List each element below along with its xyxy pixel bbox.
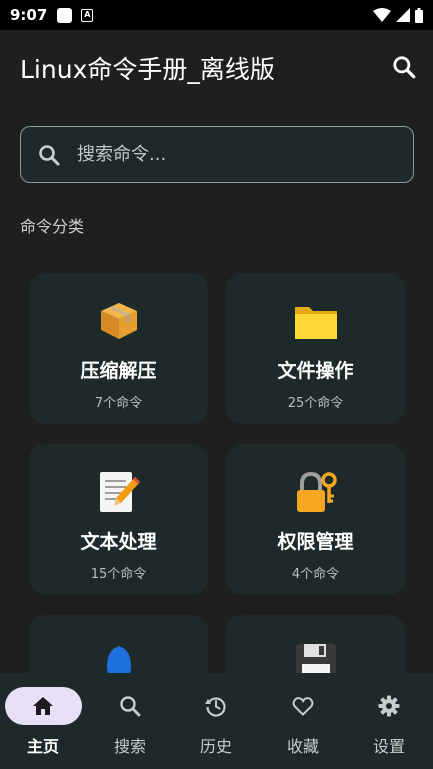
section-title: 命令分类 [20,217,85,236]
category-count: 25个命令 [287,396,344,411]
gear-icon [378,695,400,717]
nav-settings-label: 设置 [372,737,405,756]
category-card-permissions[interactable]: 权限管理 4个命令 [226,444,405,595]
nav-settings[interactable]: 设置 [346,687,432,757]
category-count: 15个命令 [90,567,147,582]
category-count: 7个命令 [94,396,143,411]
folder-icon [293,298,339,344]
nav-history-label: 历史 [199,737,232,756]
app-bar: Linux命令手册_离线版 [0,30,433,106]
memo-icon [97,469,141,515]
category-card-file-ops[interactable]: 文件操作 25个命令 [226,273,405,424]
nav-favorites[interactable]: 收藏 [260,687,346,757]
status-bar: 9:07 A [0,0,433,30]
nav-home-pill[interactable] [4,687,82,725]
bottom-nav: 主页 搜索 历史 收藏 设置 [0,673,433,769]
category-name: 文件操作 [277,360,354,382]
app-bar-search-button[interactable] [391,54,417,80]
search-icon [39,144,60,165]
nav-favorites-label: 收藏 [286,737,319,756]
nav-search-label: 搜索 [113,737,146,756]
package-icon [97,298,141,344]
page-title: Linux命令手册_离线版 [20,55,275,84]
nav-home-label: 主页 [26,737,59,756]
category-count: 4个命令 [291,567,340,582]
lock-key-icon [293,469,339,515]
search-icon [393,56,416,79]
nav-history[interactable]: 历史 [173,687,259,757]
battery-icon [415,7,423,23]
notification-a-icon: A [81,8,94,22]
search-icon [120,696,141,717]
search-input[interactable] [77,144,377,165]
notification-square-icon [57,7,73,23]
nav-search[interactable]: 搜索 [87,687,173,757]
search-field[interactable] [20,126,414,183]
category-name: 权限管理 [277,531,354,553]
category-name: 文本处理 [80,531,157,553]
home-icon [33,697,53,715]
history-icon [205,697,226,717]
status-time: 9:07 [10,6,48,24]
heart-icon [292,697,314,716]
signal-icon [396,8,410,22]
wifi-icon [373,8,391,22]
category-card-text[interactable]: 文本处理 15个命令 [29,444,208,595]
nav-home[interactable]: 主页 [0,687,86,757]
category-card-compress[interactable]: 压缩解压 7个命令 [29,273,208,424]
category-name: 压缩解压 [80,360,157,382]
